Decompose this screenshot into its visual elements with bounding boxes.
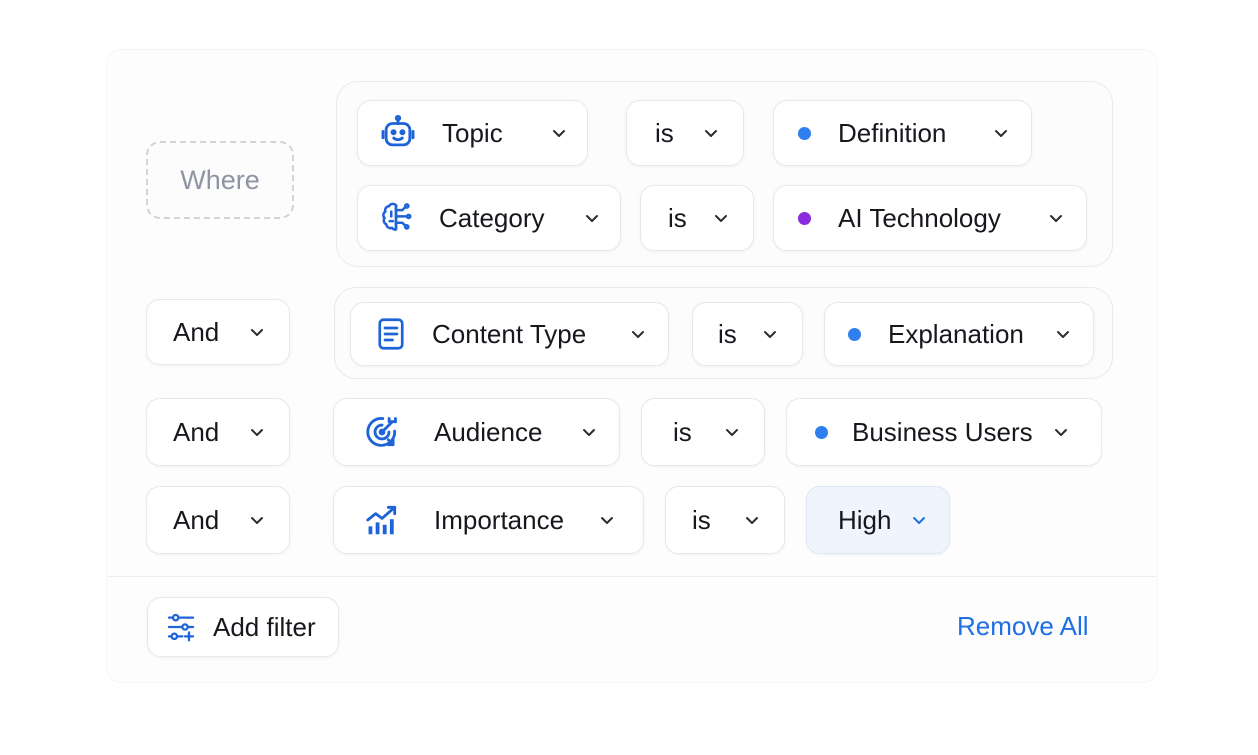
chevron-down-icon [249, 512, 265, 528]
operator-select[interactable]: is [641, 398, 765, 466]
chart-up-icon [362, 500, 402, 540]
where-label: Where [146, 141, 294, 219]
sliders-plus-icon [164, 610, 198, 644]
robot-icon [378, 113, 418, 153]
value-label: AI Technology [838, 202, 1001, 233]
status-dot [848, 327, 861, 341]
chevron-down-icon [724, 424, 740, 440]
value-select-explanation[interactable]: Explanation [824, 302, 1094, 366]
footer-divider [107, 576, 1157, 577]
chevron-down-icon [713, 210, 729, 226]
operator-select[interactable]: is [640, 185, 754, 251]
status-dot [798, 211, 811, 225]
operator-label: is [655, 117, 674, 148]
chevron-down-icon [1048, 210, 1064, 226]
field-label: Importance [434, 504, 565, 535]
operator-label: is [718, 318, 737, 349]
chevron-down-icon [911, 512, 927, 528]
value-label: Definition [838, 117, 947, 148]
chevron-down-icon [249, 324, 265, 340]
operator-label: is [673, 416, 692, 447]
field-label: Topic [442, 117, 503, 148]
status-dot [798, 126, 811, 140]
value-select-business-users[interactable]: Business Users [786, 398, 1102, 466]
field-select-category[interactable]: Category [357, 185, 621, 251]
operator-label: is [692, 504, 711, 535]
conjunction-select[interactable]: And [146, 398, 290, 466]
chevron-down-icon [581, 424, 597, 440]
value-select-definition[interactable]: Definition [773, 100, 1032, 166]
chevron-down-icon [599, 512, 615, 528]
operator-select[interactable]: is [692, 302, 803, 366]
chevron-down-icon [1053, 424, 1069, 440]
field-select-content-type[interactable]: Content Type [350, 302, 669, 366]
field-select-topic[interactable]: Topic [357, 100, 588, 166]
field-label: Content Type [432, 318, 587, 349]
conjunction-label: And [173, 316, 220, 347]
value-label: Business Users [852, 416, 1033, 447]
chevron-down-icon [762, 326, 778, 342]
field-label: Category [439, 202, 545, 233]
field-label: Audience [434, 416, 543, 447]
chevron-down-icon [630, 326, 646, 342]
conjunction-select[interactable]: And [146, 299, 290, 365]
chevron-down-icon [551, 125, 567, 141]
conjunction-label: And [173, 504, 220, 535]
status-dot [815, 425, 828, 439]
value-label: Explanation [888, 318, 1024, 349]
value-select-high[interactable]: High [806, 486, 950, 554]
chevron-down-icon [249, 424, 265, 440]
operator-select[interactable]: is [626, 100, 744, 166]
target-icon [362, 412, 402, 452]
remove-all-link[interactable]: Remove All [957, 610, 1089, 642]
operator-label: is [668, 202, 687, 233]
chevron-down-icon [584, 210, 600, 226]
field-select-importance[interactable]: Importance [333, 486, 644, 554]
value-label: High [838, 504, 892, 535]
field-select-audience[interactable]: Audience [333, 398, 620, 466]
where-text: Where [180, 164, 260, 195]
add-filter-label: Add filter [213, 611, 316, 642]
document-icon [371, 314, 411, 354]
chevron-down-icon [1055, 326, 1071, 342]
conjunction-select[interactable]: And [146, 486, 290, 554]
conjunction-label: And [173, 416, 220, 447]
chevron-down-icon [703, 125, 719, 141]
brain-circuit-icon [376, 198, 416, 238]
chevron-down-icon [744, 512, 760, 528]
operator-select[interactable]: is [665, 486, 785, 554]
chevron-down-icon [993, 125, 1009, 141]
add-filter-button[interactable]: Add filter [147, 597, 339, 657]
value-select-ai-technology[interactable]: AI Technology [773, 185, 1087, 251]
